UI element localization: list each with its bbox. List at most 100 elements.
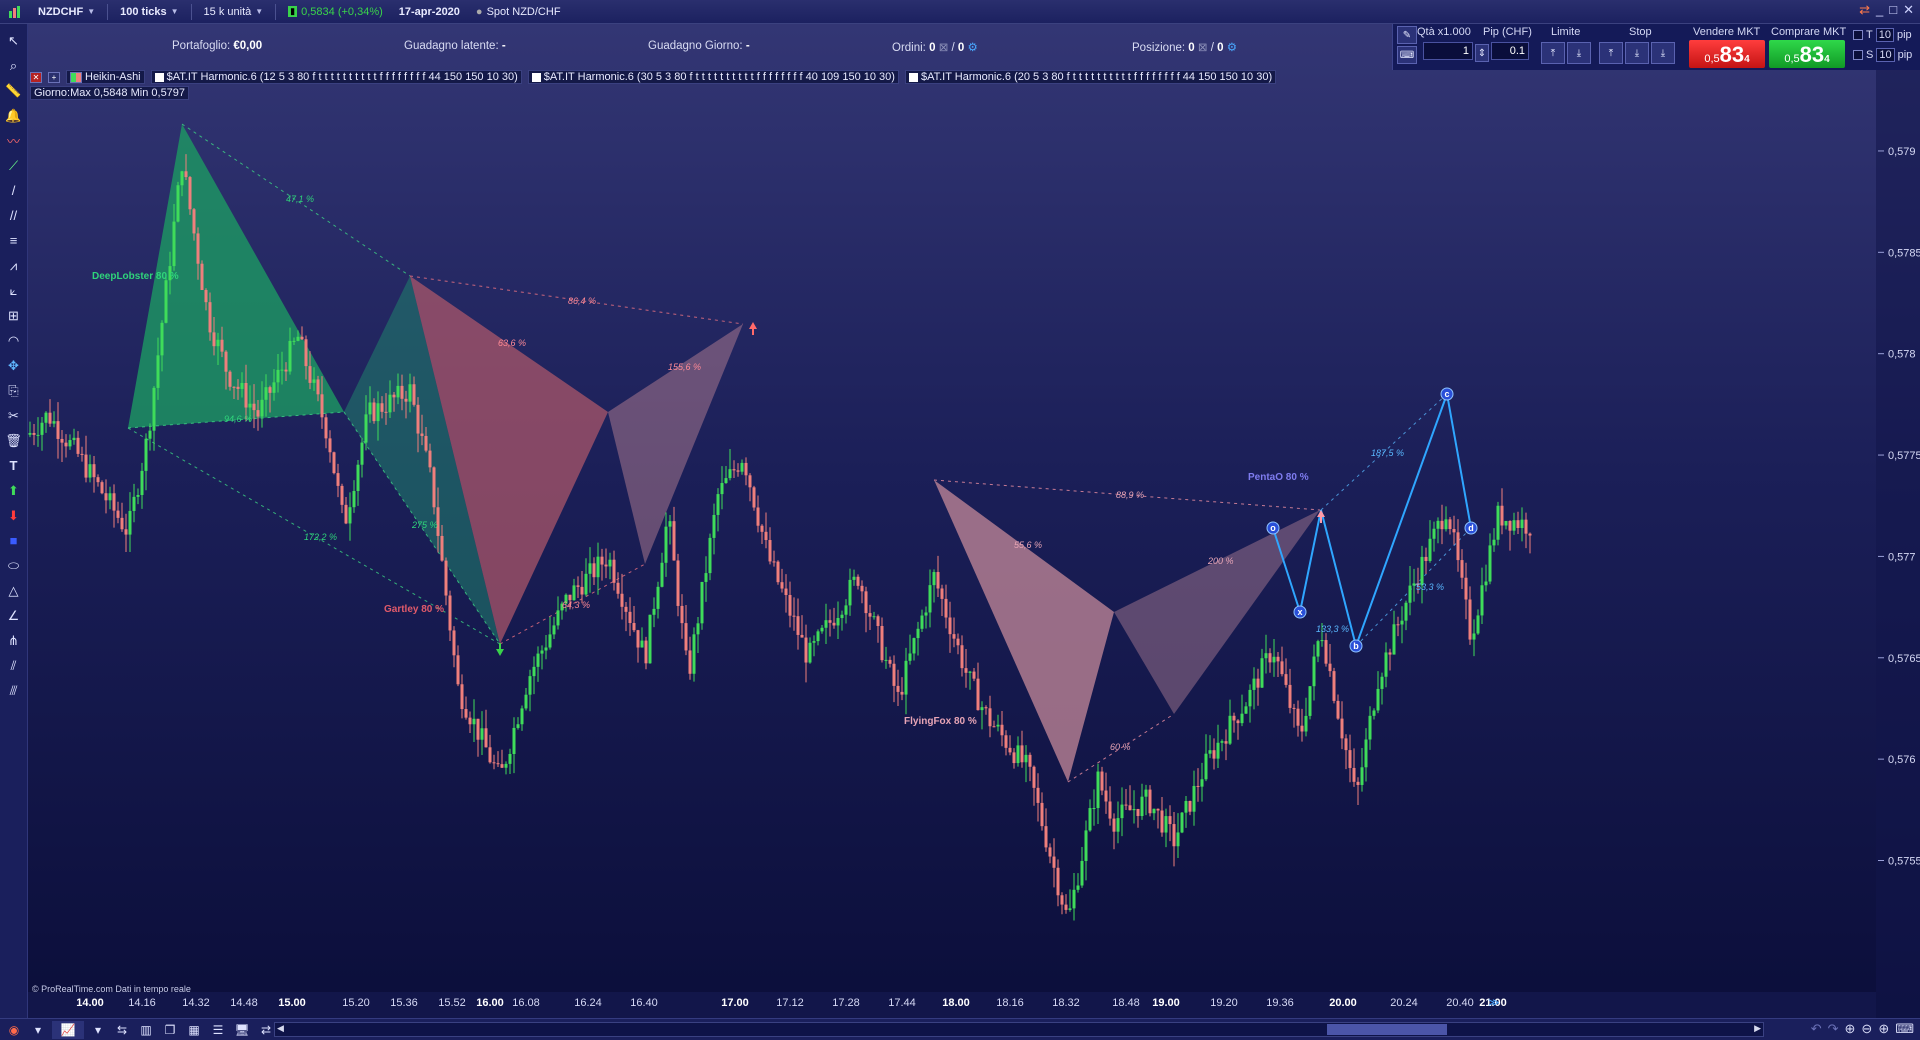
- app-menu-icon[interactable]: ◉: [4, 1021, 24, 1039]
- angle-icon[interactable]: ∠: [3, 605, 25, 626]
- indicator-harmonic-1[interactable]: $AT.IT Harmonic.6 (12 5 3 80 f t t t t t…: [150, 70, 522, 84]
- pattern-flyingfox-xab[interactable]: [934, 480, 1114, 782]
- app-logo-icon[interactable]: [4, 2, 26, 22]
- ellipse-icon[interactable]: ⬭: [3, 555, 25, 576]
- layout-icon[interactable]: ▥: [136, 1021, 156, 1039]
- tools-icon[interactable]: ✂: [3, 405, 25, 426]
- limit-sell-button[interactable]: ⤓: [1567, 42, 1591, 64]
- triangle-icon[interactable]: △: [3, 580, 25, 601]
- sl-pips[interactable]: 10: [1876, 48, 1895, 62]
- qty-stepper[interactable]: ⇕: [1475, 44, 1489, 62]
- candle-body: [508, 753, 512, 764]
- maximize-button[interactable]: □: [1889, 2, 1897, 18]
- pattern-point-marker[interactable]: [1293, 605, 1307, 619]
- keyboard-icon[interactable]: ⌨: [1397, 46, 1417, 64]
- sync-icon[interactable]: ⇄: [1859, 2, 1870, 18]
- pointer-icon[interactable]: ↖: [3, 30, 25, 51]
- share-icon[interactable]: ⇆: [112, 1021, 132, 1039]
- sell-market-button[interactable]: 0,5 83 4: [1689, 40, 1765, 68]
- stop-sell-button[interactable]: ⤓: [1625, 42, 1649, 64]
- gann-icon[interactable]: ⊞: [3, 305, 25, 326]
- candle-body: [132, 496, 136, 511]
- close-x-icon[interactable]: ⊠: [1198, 42, 1208, 54]
- add-indicator-icon[interactable]: +: [48, 71, 60, 83]
- chart-type-icon[interactable]: 📈: [52, 1020, 84, 1039]
- text-tool-icon[interactable]: T: [3, 455, 25, 476]
- pattern-point-marker[interactable]: [1440, 387, 1454, 401]
- scroll-right-icon[interactable]: ▶: [1754, 1023, 1761, 1034]
- qty-input[interactable]: [1423, 42, 1473, 60]
- arc-icon[interactable]: ◠: [3, 330, 25, 351]
- arrow-down-icon[interactable]: ⬇: [3, 505, 25, 526]
- candle-body: [336, 473, 340, 486]
- redo-icon[interactable]: ↷: [1828, 1021, 1839, 1037]
- keyboard-icon[interactable]: ⌨: [1895, 1021, 1914, 1037]
- buy-market-button[interactable]: 0,5 83 4: [1769, 40, 1845, 68]
- pattern-gartley-bcd[interactable]: [608, 324, 743, 564]
- tp-pips[interactable]: 10: [1875, 28, 1894, 42]
- close-x-icon[interactable]: ⊠: [939, 42, 949, 54]
- move-icon[interactable]: ✥: [3, 355, 25, 376]
- zoom-out-icon[interactable]: ⊖: [1861, 1021, 1872, 1037]
- indicator-harmonic-3[interactable]: $AT.IT Harmonic.6 (20 5 3 80 f t t t t t…: [904, 70, 1277, 84]
- trendline-icon[interactable]: ⟋: [3, 155, 25, 176]
- pattern-point-marker[interactable]: [1349, 639, 1363, 653]
- line-tool-icon[interactable]: /: [3, 180, 25, 201]
- settings-gear-icon[interactable]: ⚙: [968, 42, 978, 54]
- settings-gear-icon[interactable]: ⚙: [1227, 42, 1237, 54]
- pattern-flyingfox-bcd[interactable]: [1114, 510, 1320, 714]
- close-button[interactable]: ✕: [1903, 2, 1914, 18]
- table-icon[interactable]: ▦: [184, 1021, 204, 1039]
- horizontal-line-icon[interactable]: ≡: [3, 230, 25, 251]
- candle-body: [1136, 809, 1140, 816]
- pip-input[interactable]: [1491, 42, 1529, 60]
- ruler-icon[interactable]: 📏: [3, 80, 25, 101]
- stop-extra-button[interactable]: ⤓: [1651, 42, 1675, 64]
- list-icon[interactable]: ☰: [208, 1021, 228, 1039]
- screen-icon[interactable]: 🖥: [232, 1021, 252, 1039]
- candle-body: [784, 588, 788, 595]
- undo-icon[interactable]: ↶: [1811, 1021, 1822, 1037]
- symbol-selector[interactable]: NZDCHF ▼: [34, 2, 99, 22]
- close-chart-icon[interactable]: ✕: [30, 71, 42, 83]
- sl-checkbox[interactable]: [1853, 50, 1863, 60]
- candle-body: [84, 454, 88, 478]
- zigzag-icon[interactable]: 〰: [3, 130, 25, 151]
- chevron-down-icon[interactable]: ▾: [88, 1021, 108, 1039]
- zoom-icon[interactable]: ⌕: [3, 55, 25, 76]
- alert-bell-icon[interactable]: 🔔: [3, 105, 25, 126]
- fan-icon[interactable]: ⟀: [3, 280, 25, 301]
- ticks-selector[interactable]: 100 ticks ▼: [116, 2, 182, 22]
- price-chart[interactable]: DeepLobster 80 %Gartley 80 %FlyingFox 80…: [28, 24, 1920, 1018]
- horizontal-scrollbar[interactable]: ◀ ▶: [274, 1022, 1764, 1037]
- units-selector[interactable]: 15 k unità ▼: [200, 2, 268, 22]
- pattern-point-marker[interactable]: [1464, 521, 1478, 535]
- regression-icon[interactable]: ⫽: [3, 655, 25, 676]
- parallel-lines-icon[interactable]: ⫻: [3, 680, 25, 701]
- limit-buy-button[interactable]: ⤒: [1541, 42, 1565, 64]
- copy-icon[interactable]: ⎘: [3, 380, 25, 401]
- indicator-heikin-ashi[interactable]: Heikin-Ashi: [66, 70, 145, 84]
- pitchfork-icon[interactable]: ⋔: [3, 630, 25, 651]
- zoom-in-icon[interactable]: ⊕: [1878, 1021, 1889, 1037]
- arrow-up-icon[interactable]: ⬆: [3, 480, 25, 501]
- indicator-harmonic-2[interactable]: $AT.IT Harmonic.6 (30 5 3 80 f t t t t t…: [527, 70, 899, 84]
- chevron-down-icon[interactable]: ▾: [28, 1021, 48, 1039]
- fibonacci-icon[interactable]: ⩘: [3, 255, 25, 276]
- scroll-left-icon[interactable]: ◀: [277, 1023, 284, 1034]
- minimize-button[interactable]: _: [1876, 2, 1883, 18]
- trash-icon[interactable]: 🗑: [3, 430, 25, 451]
- multi-window-icon[interactable]: ❐: [160, 1021, 180, 1039]
- stop-buy-button[interactable]: ⤒: [1599, 42, 1623, 64]
- stop-loss-toggle[interactable]: S 10 pip: [1853, 48, 1912, 62]
- order-ticket-icon[interactable]: ✎: [1397, 26, 1417, 44]
- rectangle-icon[interactable]: ■: [3, 530, 25, 551]
- scrollbar-thumb[interactable]: [1327, 1024, 1447, 1035]
- zoom-fit-icon[interactable]: ⊕: [1845, 1021, 1856, 1037]
- channel-icon[interactable]: //: [3, 205, 25, 226]
- pattern-deeplobster-xab[interactable]: [128, 124, 344, 428]
- take-profit-toggle[interactable]: T 10 pip: [1853, 28, 1912, 42]
- arrows-icon[interactable]: ⇄: [256, 1021, 276, 1039]
- tp-checkbox[interactable]: [1853, 30, 1863, 40]
- candle-body: [556, 610, 560, 626]
